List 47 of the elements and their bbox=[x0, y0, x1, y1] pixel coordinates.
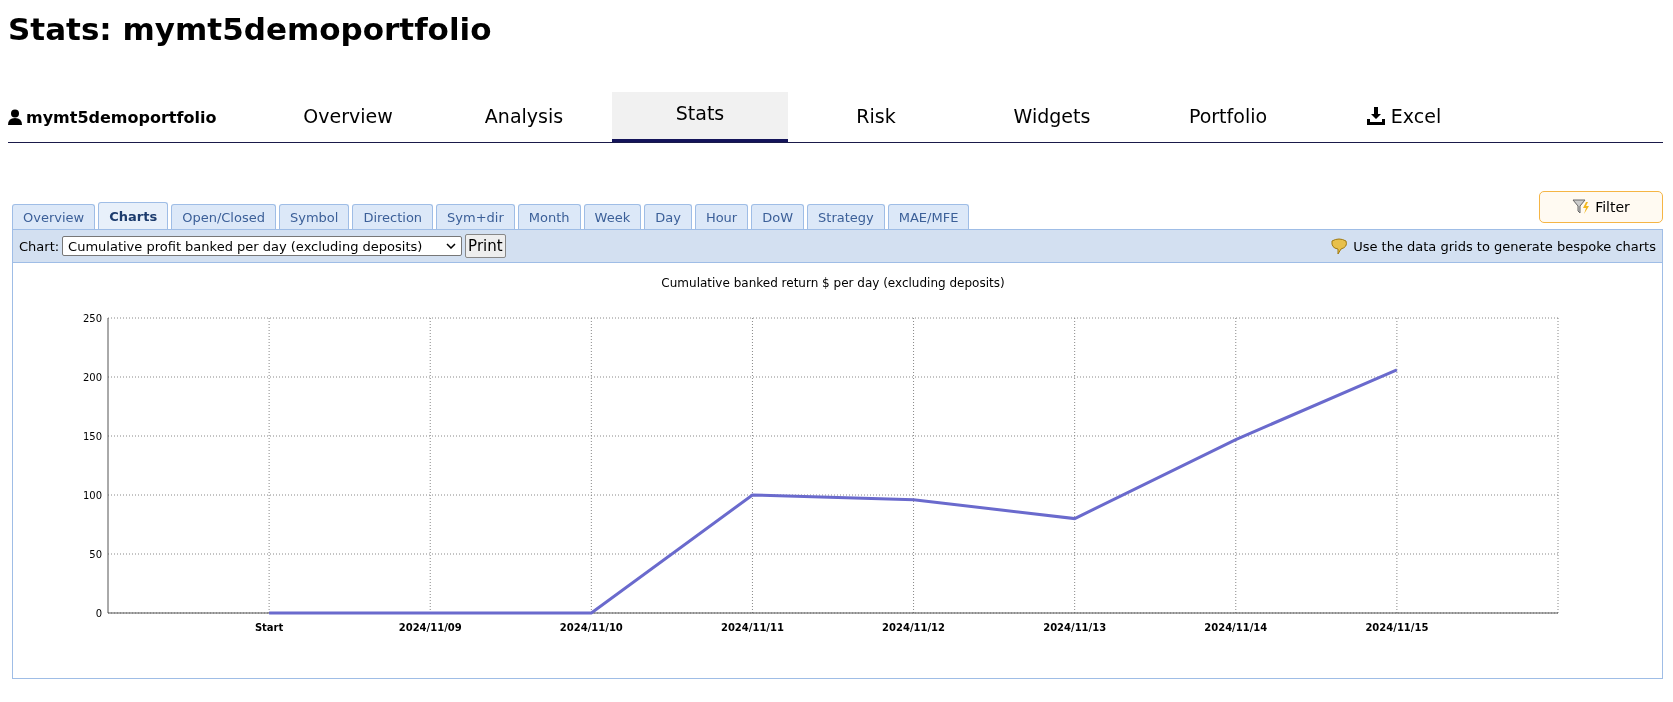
x-tick-label: Start bbox=[254, 622, 284, 633]
tab[interactable]: Strategy bbox=[807, 204, 885, 229]
tab[interactable]: Day bbox=[644, 204, 692, 229]
tab[interactable]: Overview bbox=[12, 204, 96, 229]
tab[interactable]: Charts bbox=[98, 202, 169, 229]
nav-link[interactable]: Widgets bbox=[964, 92, 1140, 142]
tab[interactable]: Month bbox=[517, 204, 581, 229]
nav-link[interactable]: Risk bbox=[788, 92, 964, 142]
user-icon bbox=[8, 109, 22, 125]
tab[interactable]: Open/Closed bbox=[171, 204, 276, 229]
tab[interactable]: Week bbox=[583, 204, 642, 229]
tab[interactable]: Direction bbox=[352, 204, 434, 229]
chart-title: Cumulative banked return $ per day (excluding deposits) bbox=[661, 276, 1005, 290]
x-tick-label: 2024/11/10 bbox=[559, 622, 623, 633]
nav-link[interactable]: Excel bbox=[1316, 92, 1492, 142]
x-tick-label: 2024/11/15 bbox=[1365, 622, 1429, 633]
x-tick-label: 2024/11/14 bbox=[1204, 622, 1268, 633]
y-tick-label: 250 bbox=[82, 313, 102, 324]
nav-link[interactable]: Stats bbox=[612, 92, 788, 142]
x-tick-label: 2024/11/09 bbox=[398, 622, 462, 633]
nav-link[interactable]: Analysis bbox=[436, 92, 612, 142]
chart-label: Chart: bbox=[19, 238, 60, 254]
y-tick-label: 150 bbox=[82, 431, 102, 442]
page-title: Stats: mymt5demoportfolio bbox=[8, 10, 493, 49]
print-button[interactable]: Print bbox=[465, 234, 506, 258]
y-tick-label: 100 bbox=[82, 490, 102, 501]
help-bubble-icon bbox=[1329, 237, 1350, 255]
x-tick-label: 2024/11/12 bbox=[882, 622, 946, 633]
nav-link[interactable]: Portfolio bbox=[1140, 92, 1316, 142]
x-tick-label: 2024/11/13 bbox=[1043, 622, 1107, 633]
tab[interactable]: Hour bbox=[694, 204, 749, 229]
caret-icon bbox=[446, 243, 457, 249]
filter-button[interactable]: Filter bbox=[1539, 191, 1663, 223]
y-tick-label: 0 bbox=[95, 608, 102, 619]
tab[interactable]: Sym+dir bbox=[436, 204, 515, 229]
x-tick-label: 2024/11/11 bbox=[720, 622, 784, 633]
tab[interactable]: Symbol bbox=[278, 204, 350, 229]
user-name: mymt5demoportfolio bbox=[26, 107, 217, 127]
chart-select[interactable]: Cumulative profit banked per day (excluding deposits) bbox=[62, 236, 463, 256]
nav-link[interactable]: Overview bbox=[260, 92, 436, 142]
tab[interactable]: DoW bbox=[751, 204, 805, 229]
tab[interactable]: MAE/MFE bbox=[887, 204, 970, 229]
download-icon bbox=[1366, 106, 1385, 125]
y-tick-label: 200 bbox=[82, 372, 102, 383]
hint-text: Use the data grids to generate bespoke charts bbox=[1353, 238, 1656, 254]
funnel-icon bbox=[1572, 198, 1591, 216]
y-tick-label: 50 bbox=[89, 549, 102, 560]
